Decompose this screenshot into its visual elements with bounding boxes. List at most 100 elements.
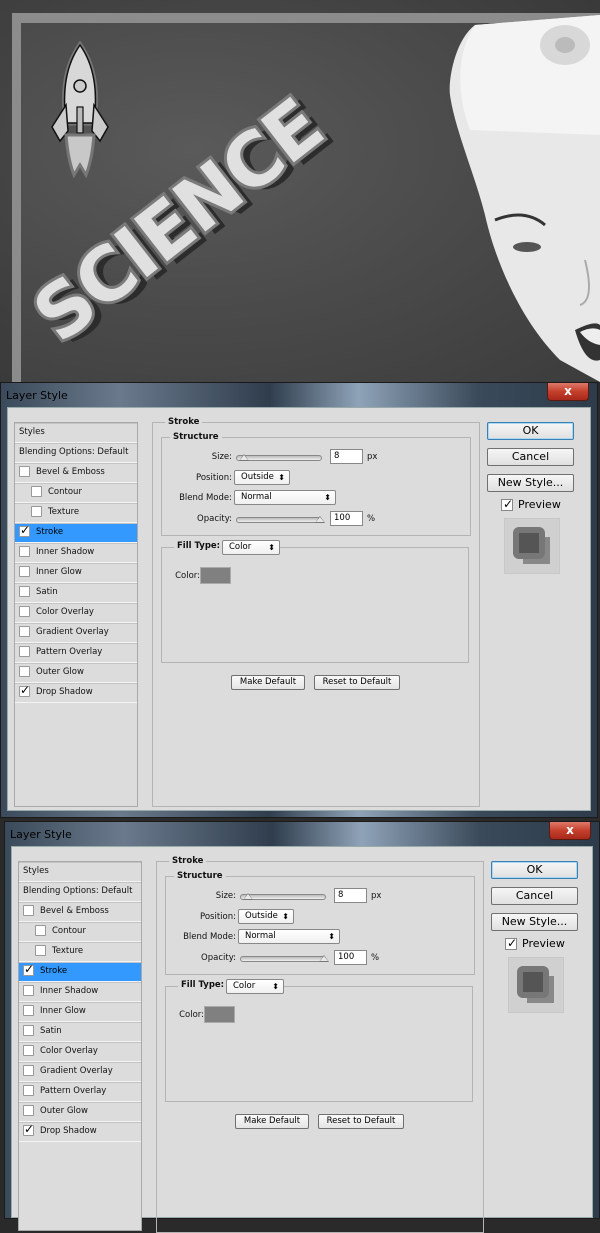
style-checkbox[interactable]	[23, 1005, 34, 1016]
color-swatch[interactable]	[204, 1006, 235, 1023]
style-item-inner-shadow[interactable]: Inner Shadow	[15, 543, 137, 563]
style-checkbox[interactable]	[23, 1105, 34, 1116]
style-item-bevel-emboss[interactable]: Bevel & Emboss	[19, 902, 141, 922]
size-slider[interactable]	[240, 893, 326, 900]
ok-button[interactable]: OK	[491, 861, 578, 879]
opacity-slider-thumb[interactable]	[319, 955, 329, 962]
style-item-label: Inner Glow	[36, 567, 82, 577]
new-style-button[interactable]: New Style...	[487, 474, 574, 492]
title-bar[interactable]: Layer Style x	[5, 822, 599, 846]
blend-mode-label: Blend Mode:	[179, 493, 232, 503]
style-item-label: Bevel & Emboss	[40, 906, 109, 916]
style-checkbox[interactable]	[19, 566, 30, 577]
style-item-outer-glow[interactable]: Outer Glow	[19, 1102, 141, 1122]
styles-header[interactable]: Styles	[15, 423, 137, 443]
structure-title: Structure	[170, 432, 222, 442]
structure-title: Structure	[174, 871, 226, 881]
style-checkbox[interactable]	[31, 486, 42, 497]
position-select[interactable]: Outside ⬍	[238, 909, 294, 924]
style-checkbox[interactable]: ✓	[23, 1122, 34, 1136]
style-item-outer-glow[interactable]: Outer Glow	[15, 663, 137, 683]
style-checkbox[interactable]	[35, 925, 46, 936]
preview-checkbox-box[interactable]: ✓	[505, 936, 517, 950]
size-slider-thumb[interactable]	[239, 454, 250, 461]
style-item-gradient-overlay[interactable]: Gradient Overlay	[15, 623, 137, 643]
style-item-drop-shadow[interactable]: ✓ Drop Shadow	[19, 1122, 141, 1142]
color-swatch[interactable]	[200, 567, 231, 584]
style-checkbox[interactable]	[23, 1065, 34, 1076]
style-item-label: Pattern Overlay	[40, 1086, 107, 1096]
style-item-stroke[interactable]: ✓ Stroke	[15, 523, 137, 543]
style-item-color-overlay[interactable]: Color Overlay	[15, 603, 137, 623]
size-slider-thumb[interactable]	[243, 893, 254, 900]
style-checkbox[interactable]	[19, 666, 30, 677]
style-item-bevel-emboss[interactable]: Bevel & Emboss	[15, 463, 137, 483]
style-item-satin[interactable]: Satin	[19, 1022, 141, 1042]
close-button[interactable]: x	[547, 383, 589, 401]
title-bar[interactable]: Layer Style x	[1, 383, 597, 407]
style-item-pattern-overlay[interactable]: Pattern Overlay	[15, 643, 137, 663]
opacity-slider[interactable]	[240, 955, 329, 962]
style-item-drop-shadow[interactable]: ✓ Drop Shadow	[15, 683, 137, 703]
style-checkbox[interactable]	[35, 945, 46, 956]
style-checkbox[interactable]	[23, 905, 34, 916]
style-checkbox[interactable]	[19, 606, 30, 617]
preview-checkbox-box[interactable]: ✓	[501, 497, 513, 511]
style-checkbox[interactable]	[19, 626, 30, 637]
style-item-satin[interactable]: Satin	[15, 583, 137, 603]
style-item-texture[interactable]: Texture	[19, 942, 141, 962]
style-checkbox[interactable]	[31, 506, 42, 517]
style-checkbox[interactable]	[23, 1045, 34, 1056]
style-item-contour[interactable]: Contour	[19, 922, 141, 942]
styles-header[interactable]: Styles	[19, 862, 141, 882]
new-style-button[interactable]: New Style...	[491, 913, 578, 931]
size-input[interactable]: 8	[330, 449, 363, 464]
make-default-button[interactable]: Make Default	[235, 1114, 309, 1129]
style-item-inner-glow[interactable]: Inner Glow	[15, 563, 137, 583]
size-slider[interactable]	[236, 454, 322, 461]
make-default-button[interactable]: Make Default	[231, 675, 305, 690]
style-checkbox[interactable]: ✓	[23, 962, 34, 976]
opacity-slider[interactable]	[236, 516, 325, 523]
style-item-color-overlay[interactable]: Color Overlay	[19, 1042, 141, 1062]
size-input[interactable]: 8	[334, 888, 367, 903]
opacity-slider-thumb[interactable]	[315, 516, 325, 523]
cancel-button[interactable]: Cancel	[487, 448, 574, 466]
reset-to-default-button[interactable]: Reset to Default	[314, 675, 400, 690]
fill-type-select[interactable]: Color ⬍	[226, 979, 284, 994]
style-item-inner-glow[interactable]: Inner Glow	[19, 1002, 141, 1022]
blending-options-item[interactable]: Blending Options: Default	[15, 443, 137, 463]
blend-mode-select[interactable]: Normal ⬍	[238, 929, 340, 944]
blend-mode-select[interactable]: Normal ⬍	[234, 490, 336, 505]
opacity-input[interactable]: 100	[334, 950, 367, 965]
style-checkbox[interactable]	[23, 985, 34, 996]
reset-to-default-button[interactable]: Reset to Default	[318, 1114, 404, 1129]
style-item-stroke[interactable]: ✓ Stroke	[19, 962, 141, 982]
ok-button[interactable]: OK	[487, 422, 574, 440]
style-checkbox[interactable]	[23, 1025, 34, 1036]
style-checkbox[interactable]	[19, 546, 30, 557]
fill-type-select[interactable]: Color ⬍	[222, 540, 280, 555]
style-checkbox[interactable]: ✓	[19, 523, 30, 537]
style-item-gradient-overlay[interactable]: Gradient Overlay	[19, 1062, 141, 1082]
opacity-input[interactable]: 100	[330, 511, 363, 526]
style-item-pattern-overlay[interactable]: Pattern Overlay	[19, 1082, 141, 1102]
style-item-inner-shadow[interactable]: Inner Shadow	[19, 982, 141, 1002]
style-checkbox[interactable]	[19, 466, 30, 477]
cancel-button[interactable]: Cancel	[491, 887, 578, 905]
style-checkbox[interactable]	[19, 646, 30, 657]
position-value: Outside	[245, 911, 278, 921]
style-checkbox[interactable]	[19, 586, 30, 597]
fill-type-group: Fill Type: Color ⬍ Color:	[161, 540, 469, 663]
style-item-texture[interactable]: Texture	[15, 503, 137, 523]
dialog-body: Styles Blending Options: Default Bevel &…	[7, 407, 591, 811]
updown-arrow-icon: ⬍	[278, 473, 285, 482]
style-item-contour[interactable]: Contour	[15, 483, 137, 503]
close-button[interactable]: x	[549, 822, 591, 840]
blending-options-item[interactable]: Blending Options: Default	[19, 882, 141, 902]
fill-type-label: Fill Type:	[174, 541, 224, 551]
fill-type-value: Color	[229, 542, 252, 552]
style-checkbox[interactable]	[23, 1085, 34, 1096]
style-checkbox[interactable]: ✓	[19, 683, 30, 697]
position-select[interactable]: Outside ⬍	[234, 470, 290, 485]
